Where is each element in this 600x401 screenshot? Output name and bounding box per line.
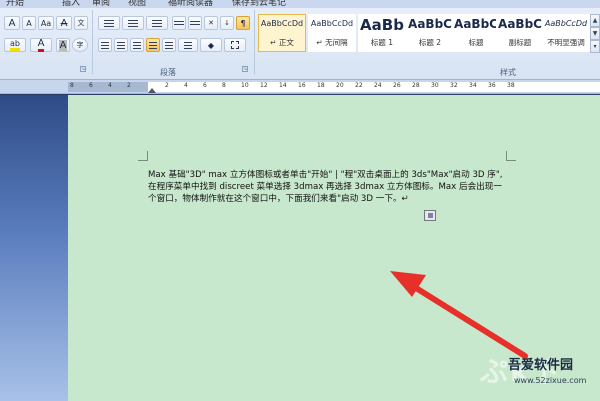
watermark: ぷk下 吾爱软件园 www.52zixue.com xyxy=(480,340,600,401)
watermark-url: www.52zixue.com xyxy=(514,376,587,385)
watermark-site-name: 吾爱软件园 xyxy=(508,358,574,373)
